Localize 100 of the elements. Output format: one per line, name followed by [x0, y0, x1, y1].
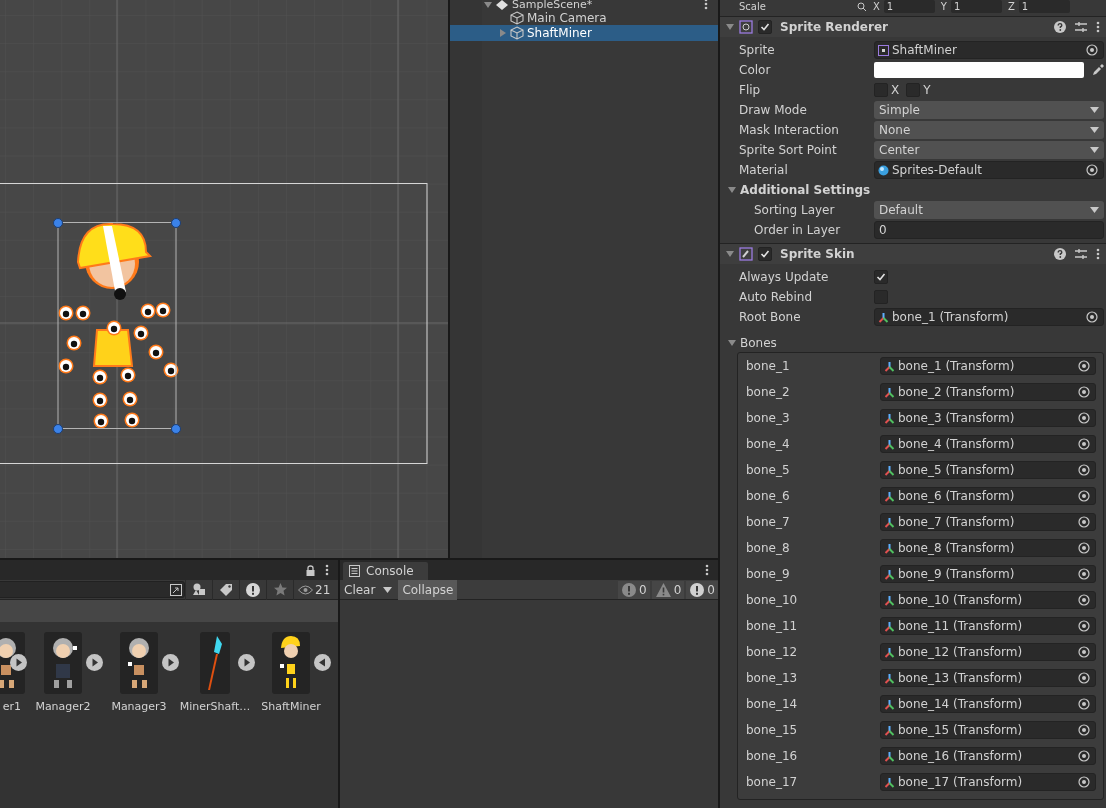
star-icon[interactable] — [273, 583, 287, 596]
foldout-arrow-icon[interactable] — [726, 250, 734, 258]
asset-label[interactable]: Manager2 — [35, 700, 91, 713]
shapes-icon[interactable] — [192, 583, 206, 596]
object-picker-icon[interactable] — [1078, 542, 1090, 554]
object-field[interactable]: Sprites-Default — [874, 161, 1104, 179]
section-title[interactable]: Additional Settings — [740, 183, 871, 197]
help-icon[interactable] — [1054, 21, 1066, 33]
object-field[interactable]: bone_13 (Transform) — [880, 669, 1096, 687]
object-field[interactable]: ShaftMiner — [874, 41, 1104, 59]
tag-icon[interactable] — [219, 583, 233, 596]
number-field[interactable]: 1 — [1018, 0, 1070, 13]
object-field[interactable]: bone_8 (Transform) — [880, 539, 1096, 557]
dropdown[interactable]: Center — [874, 141, 1104, 159]
log-count-toggle[interactable]: 0 — [651, 580, 685, 599]
object-field[interactable]: bone_4 (Transform) — [880, 435, 1096, 453]
toolbar-button[interactable]: Collapse — [398, 579, 458, 600]
object-field[interactable]: bone_1 (Transform) — [874, 308, 1104, 326]
object-picker-icon[interactable] — [1078, 360, 1090, 372]
search-window-icon[interactable] — [170, 583, 182, 596]
menu-icon[interactable] — [325, 564, 329, 576]
transform-icon — [878, 311, 889, 323]
dropdown[interactable]: None — [874, 121, 1104, 139]
presets-icon[interactable] — [1075, 21, 1087, 33]
toolbar-button[interactable]: Clear — [340, 579, 380, 600]
dropdown[interactable]: Simple — [874, 101, 1104, 119]
foldout-arrow-icon[interactable] — [726, 23, 734, 31]
dropdown-caret-icon[interactable] — [383, 586, 393, 593]
help-icon[interactable] — [1054, 248, 1066, 260]
object-field[interactable]: bone_9 (Transform) — [880, 565, 1096, 583]
foldout-arrow-icon[interactable] — [728, 186, 736, 194]
object-picker-icon[interactable] — [1078, 516, 1090, 528]
object-picker-icon[interactable] — [1086, 44, 1098, 56]
log-count-toggle[interactable]: 0 — [618, 580, 650, 599]
menu-icon[interactable] — [705, 564, 709, 576]
eye-icon[interactable] — [298, 584, 313, 595]
object-picker-icon[interactable] — [1078, 776, 1090, 788]
menu-icon[interactable] — [704, 0, 708, 10]
warning-filter-icon[interactable] — [246, 582, 260, 597]
checkbox[interactable] — [874, 270, 888, 284]
dropdown[interactable]: Default — [874, 201, 1104, 219]
object-picker-icon[interactable] — [1078, 698, 1090, 710]
object-field[interactable]: bone_2 (Transform) — [880, 383, 1096, 401]
object-field[interactable]: bone_1 (Transform) — [880, 357, 1096, 375]
expand-icon[interactable] — [238, 654, 255, 671]
collapse-arrow-icon[interactable] — [484, 1, 492, 9]
object-picker-icon[interactable] — [1078, 386, 1090, 398]
object-picker-icon[interactable] — [1086, 164, 1098, 176]
list-title[interactable]: Bones — [740, 335, 777, 350]
object-field[interactable]: bone_7 (Transform) — [880, 513, 1096, 531]
presets-icon[interactable] — [1075, 248, 1087, 260]
hierarchy-item[interactable]: ShaftMiner — [450, 25, 718, 41]
expand-icon[interactable] — [162, 654, 179, 671]
object-field[interactable]: bone_5 (Transform) — [880, 461, 1096, 479]
number-field[interactable]: 1 — [883, 0, 935, 13]
lock-icon[interactable] — [306, 564, 315, 576]
menu-icon[interactable] — [1096, 248, 1100, 260]
object-picker-icon[interactable] — [1078, 672, 1090, 684]
object-picker-icon[interactable] — [1078, 724, 1090, 736]
checkbox[interactable] — [758, 20, 772, 34]
object-picker-icon[interactable] — [1078, 750, 1090, 762]
asset-label[interactable]: MinerShaft… — [179, 700, 251, 713]
search-field[interactable] — [0, 581, 185, 598]
asset-label[interactable]: er1 — [2, 700, 21, 713]
object-field[interactable]: bone_11 (Transform) — [880, 617, 1096, 635]
expand-icon[interactable] — [86, 654, 103, 671]
collapse-icon[interactable] — [314, 654, 331, 671]
hierarchy-item[interactable]: Main Camera — [450, 10, 718, 25]
object-picker-icon[interactable] — [1078, 412, 1090, 424]
component-header[interactable]: Sprite Renderer — [720, 16, 1106, 37]
object-picker-icon[interactable] — [1078, 464, 1090, 476]
object-field[interactable]: bone_6 (Transform) — [880, 487, 1096, 505]
object-picker-icon[interactable] — [1078, 620, 1090, 632]
eyedropper-icon[interactable] — [1092, 64, 1104, 76]
foldout-arrow-icon[interactable] — [728, 338, 736, 347]
menu-icon[interactable] — [1096, 21, 1100, 33]
object-field[interactable]: bone_15 (Transform) — [880, 721, 1096, 739]
console-tab[interactable]: Console — [343, 562, 428, 580]
object-picker-icon[interactable] — [1086, 311, 1098, 323]
object-field[interactable]: bone_16 (Transform) — [880, 747, 1096, 765]
object-picker-icon[interactable] — [1078, 646, 1090, 658]
object-picker-icon[interactable] — [1078, 490, 1090, 502]
checkbox[interactable] — [758, 247, 772, 261]
object-picker-icon[interactable] — [1078, 568, 1090, 580]
color-swatch[interactable] — [874, 62, 1084, 78]
object-field[interactable]: bone_10 (Transform) — [880, 591, 1096, 609]
expand-icon[interactable] — [10, 654, 27, 671]
selected-sprite-drawing[interactable] — [53, 218, 181, 434]
object-field[interactable]: bone_14 (Transform) — [880, 695, 1096, 713]
object-field[interactable]: bone_12 (Transform) — [880, 643, 1096, 661]
log-count-toggle[interactable]: 0 — [686, 580, 718, 599]
object-picker-icon[interactable] — [1078, 594, 1090, 606]
number-field[interactable]: 0 — [874, 221, 1104, 239]
component-header[interactable]: Sprite Skin — [720, 243, 1106, 264]
number-field[interactable]: 1 — [950, 0, 1002, 13]
asset-label[interactable]: Manager3 — [111, 700, 167, 713]
object-picker-icon[interactable] — [1078, 438, 1090, 450]
object-field[interactable]: bone_3 (Transform) — [880, 409, 1096, 427]
asset-label[interactable]: ShaftMiner — [261, 700, 321, 713]
object-field[interactable]: bone_17 (Transform) — [880, 773, 1096, 791]
